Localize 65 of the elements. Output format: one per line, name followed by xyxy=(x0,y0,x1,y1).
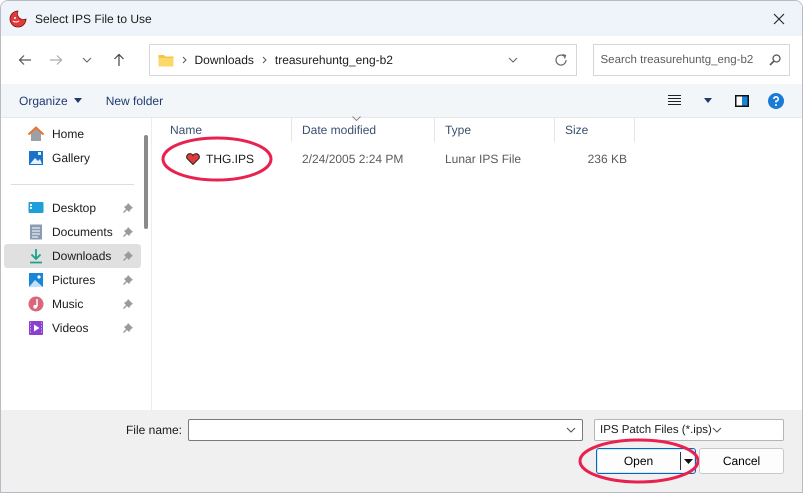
address-bar[interactable]: Downloads treasurehuntg_eng-b2 xyxy=(148,44,576,76)
type-cell-text: Lunar IPS File xyxy=(444,152,522,166)
sidebar-item[interactable]: Downloads xyxy=(4,244,141,268)
pin-icon xyxy=(123,203,133,213)
up-arrow-icon xyxy=(112,53,125,67)
column-header[interactable]: Size xyxy=(555,118,635,142)
breadcrumb[interactable]: treasurehuntg_eng-b2 xyxy=(274,53,393,67)
column-header[interactable]: Type xyxy=(435,118,555,142)
pin-icon xyxy=(123,275,133,285)
sidebar-item[interactable]: Desktop xyxy=(4,196,141,220)
window-title: Select IPS File to Use xyxy=(35,12,153,26)
pin-icon xyxy=(123,323,133,333)
scrollbar[interactable] xyxy=(144,135,148,229)
pin-icon xyxy=(123,251,133,261)
chevron-right-icon xyxy=(182,56,186,64)
forward-arrow-icon xyxy=(49,54,64,66)
pin-icon xyxy=(123,227,133,237)
caret-icon xyxy=(74,98,82,103)
column-header[interactable]: Name xyxy=(160,118,292,142)
column-header[interactable]: Date modified xyxy=(292,118,435,142)
sidebar-item[interactable]: Music xyxy=(4,292,141,316)
back-arrow-icon xyxy=(18,54,32,66)
new-folder-button[interactable]: New folder xyxy=(100,90,170,112)
chevron-down-icon xyxy=(82,57,92,63)
chevron-down-icon xyxy=(712,427,722,433)
help-icon xyxy=(768,92,784,108)
open-button[interactable]: Open xyxy=(596,448,696,474)
app-icon xyxy=(9,10,27,28)
chevron-right-icon xyxy=(262,56,267,64)
breadcrumb[interactable]: Downloads xyxy=(194,53,254,67)
sidebar-item[interactable]: Home xyxy=(4,122,141,146)
home-icon xyxy=(28,126,44,142)
date-cell-text: 2/24/2005 2:24 PM xyxy=(301,152,404,166)
folder-icon xyxy=(158,53,174,67)
size-cell-text: 236 KB xyxy=(586,152,628,166)
preview-pane-icon xyxy=(735,94,749,106)
document-icon xyxy=(28,224,44,240)
sidebar-item[interactable]: Gallery xyxy=(4,146,141,170)
sidebar-item[interactable]: Pictures xyxy=(4,268,141,292)
cancel-button[interactable]: Cancel xyxy=(699,448,784,474)
file-type-dropdown[interactable]: IPS Patch Files (*.ips) xyxy=(594,419,784,441)
file-name-label: File name: xyxy=(126,423,182,437)
file-name-field[interactable] xyxy=(188,419,583,441)
sidebar-item[interactable]: Documents xyxy=(4,220,141,244)
refresh-icon xyxy=(554,53,568,67)
caret-icon xyxy=(684,458,692,464)
heart-icon xyxy=(186,153,200,165)
video-icon xyxy=(28,320,44,336)
search-field[interactable]: Search treasurehuntg_eng-b2 xyxy=(592,44,790,76)
picture-icon xyxy=(28,272,44,288)
organize-button[interactable]: Organize xyxy=(13,90,88,112)
sort-icon xyxy=(352,116,361,121)
desktop-icon xyxy=(28,200,44,216)
search-icon xyxy=(769,54,781,66)
gallery-icon xyxy=(28,150,44,166)
caret-icon xyxy=(704,98,712,103)
music-icon xyxy=(28,296,44,312)
download-icon xyxy=(28,248,44,264)
pin-icon xyxy=(123,299,133,309)
sidebar-item[interactable]: Videos xyxy=(4,316,141,340)
file-name[interactable]: THG.IPS xyxy=(160,152,292,166)
close-icon xyxy=(773,12,785,24)
chevron-down-icon xyxy=(508,57,518,63)
list-view-icon xyxy=(668,95,680,106)
chevron-down-icon xyxy=(566,427,576,433)
